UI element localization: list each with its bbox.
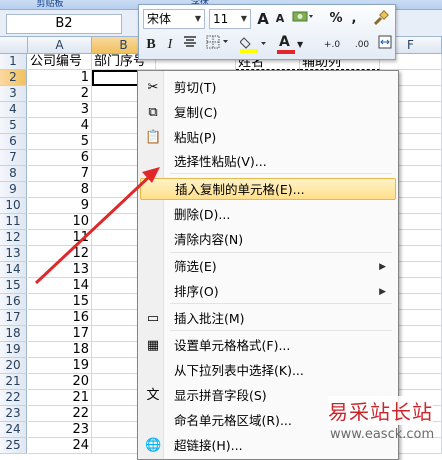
- annotation-arrow: [34, 167, 160, 285]
- watermark-url: www.easck.com: [330, 427, 435, 442]
- watermark-logo: 易采站长站: [328, 396, 433, 425]
- arrow-shaft: [34, 174, 152, 285]
